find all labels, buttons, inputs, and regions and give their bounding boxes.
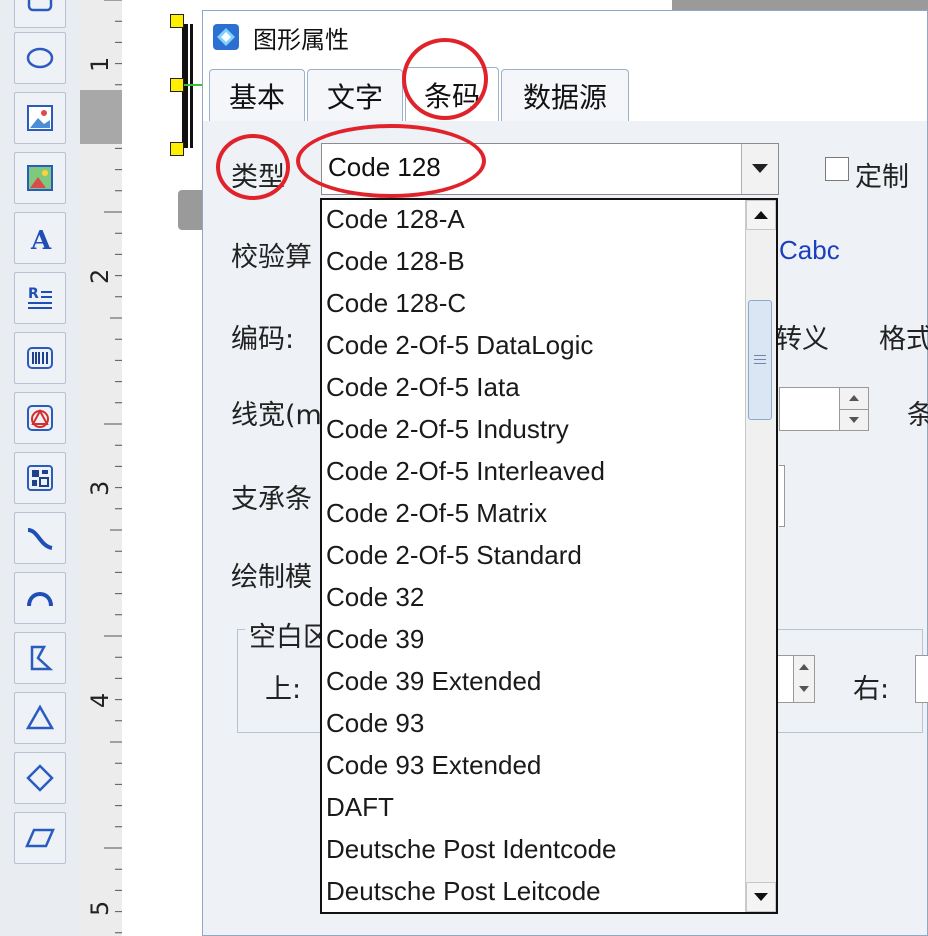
tab-text[interactable]: 文字	[307, 69, 403, 121]
rounded-rect-icon[interactable]	[14, 0, 66, 28]
right-margin-input[interactable]	[915, 655, 928, 703]
format-label: 格式	[879, 324, 928, 355]
dialog-titlebar[interactable]: 图形属性	[203, 11, 927, 63]
check-algorithm-label: 校验算	[231, 242, 312, 273]
dropdown-option[interactable]: Code 39	[326, 624, 424, 655]
right-margin-label: 右:	[853, 674, 890, 705]
tab-basic[interactable]: 基本	[209, 69, 305, 121]
top-margin-label: 上:	[265, 674, 302, 705]
bar-label: 条	[907, 400, 928, 431]
dropdown-option[interactable]: Deutsche Post Identcode	[326, 834, 617, 865]
tool-palette: A R	[0, 0, 81, 936]
support-bar-field[interactable]	[779, 465, 785, 527]
diamond-icon[interactable]	[14, 752, 66, 804]
ruler-highlight	[80, 90, 122, 144]
dropdown-option[interactable]: DAFT	[326, 792, 394, 823]
tab-datasource[interactable]: 数据源	[501, 69, 629, 121]
qrcode-icon[interactable]	[14, 452, 66, 504]
barcode-type-select[interactable]: Code 128	[321, 143, 779, 195]
svg-text:A: A	[30, 226, 52, 254]
app-logo-icon	[211, 22, 241, 52]
line-width-label: 线宽(m	[231, 400, 322, 431]
tab-bar: 基本 文字 条码 数据源	[203, 63, 927, 122]
arc-icon[interactable]	[14, 572, 66, 624]
triangle-icon[interactable]	[14, 692, 66, 744]
escape-label: 转义	[775, 324, 829, 355]
dropdown-option[interactable]: Code 93 Extended	[326, 750, 541, 781]
barcode-type-dropdown[interactable]: Code 128-A Code 128-B Code 128-C Code 2-Of-…	[320, 198, 778, 914]
curve-icon[interactable]	[14, 512, 66, 564]
parallelogram-icon[interactable]	[14, 812, 66, 864]
ruler-label: 5	[86, 900, 114, 916]
dialog-title: 图形属性	[253, 25, 349, 54]
color-image-icon[interactable]	[14, 152, 66, 204]
dropdown-option[interactable]: Code 2-Of-5 Matrix	[326, 498, 547, 529]
custom-checkbox[interactable]	[825, 157, 849, 181]
polygon-icon[interactable]	[14, 632, 66, 684]
dropdown-option[interactable]: Code 39 Extended	[326, 666, 541, 697]
chevron-down-icon[interactable]	[741, 144, 778, 194]
ruler-label: 4	[86, 692, 114, 708]
ellipse-icon[interactable]	[14, 32, 66, 84]
dropdown-option[interactable]: Code 2-Of-5 DataLogic	[326, 330, 593, 361]
barcode-type-value: Code 128	[328, 152, 441, 182]
encoding-label: 编码:	[231, 324, 295, 355]
left-margin-input[interactable]	[773, 655, 815, 703]
ruler-label: 2	[86, 268, 114, 284]
custom-checkbox-label: 定制	[855, 162, 909, 193]
svg-text:R: R	[28, 286, 39, 302]
support-bar-label: 支承条	[231, 484, 312, 515]
text-icon[interactable]: A	[14, 212, 66, 264]
dropdown-option[interactable]: Code 2-Of-5 Standard	[326, 540, 582, 571]
dropdown-option[interactable]: Code 2-Of-5 Iata	[326, 372, 520, 403]
dropdown-option[interactable]: Code 128-B	[326, 246, 465, 277]
barcode-icon[interactable]	[14, 332, 66, 384]
dropdown-option[interactable]: Code 128-A	[326, 204, 465, 235]
scroll-down-icon[interactable]	[746, 882, 776, 912]
resize-handle[interactable]	[170, 142, 184, 156]
check-algorithm-value: Cabc	[779, 235, 840, 265]
resize-handle[interactable]	[170, 14, 184, 28]
resize-handle[interactable]	[170, 78, 184, 92]
dropdown-option[interactable]: Code 2-Of-5 Interleaved	[326, 456, 605, 487]
triangle-symbol-icon[interactable]	[14, 392, 66, 444]
line-width-stepper[interactable]	[839, 387, 869, 431]
scroll-thumb[interactable]	[748, 300, 772, 420]
tab-barcode[interactable]: 条码	[405, 67, 499, 121]
dropdown-option[interactable]: Code 2-Of-5 Industry	[326, 414, 569, 445]
dropdown-option[interactable]: Code 128-C	[326, 288, 466, 319]
dropdown-option[interactable]: Code 32	[326, 582, 424, 613]
dropdown-scrollbar[interactable]	[745, 200, 776, 912]
draw-mode-label: 绘制模	[231, 562, 312, 593]
rich-text-icon[interactable]: R	[14, 272, 66, 324]
image-icon[interactable]	[14, 92, 66, 144]
scroll-up-icon[interactable]	[746, 200, 776, 230]
type-label: 类型	[231, 162, 285, 193]
dropdown-option[interactable]: Code 93	[326, 708, 424, 739]
dropdown-option[interactable]: Deutsche Post Leitcode	[326, 876, 601, 907]
ruler-label: 1	[86, 56, 114, 72]
background-strip	[672, 0, 928, 10]
ruler-label: 3	[86, 480, 114, 496]
